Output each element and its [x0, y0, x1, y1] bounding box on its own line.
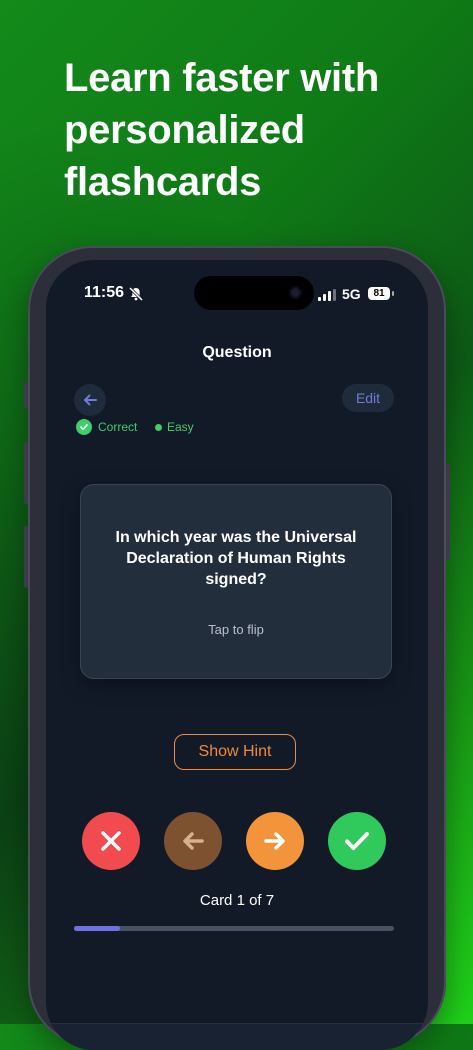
question-text: In which year was the Universal Declarat…	[115, 529, 357, 588]
close-icon	[101, 831, 121, 851]
arrow-left-icon	[183, 832, 204, 850]
difficulty-badge: Easy	[155, 419, 194, 435]
mute-switch	[24, 382, 28, 408]
volume-up-button	[24, 442, 28, 504]
network-label: 5G	[342, 286, 361, 302]
check-icon	[345, 832, 369, 850]
show-hint-button[interactable]: Show Hint	[174, 734, 296, 770]
mark-wrong-button[interactable]	[82, 812, 140, 870]
progress-bar	[74, 926, 394, 931]
volume-down-button	[24, 526, 28, 588]
mark-correct-button[interactable]	[328, 812, 386, 870]
signal-icon	[318, 289, 336, 301]
power-button	[446, 464, 450, 560]
bell-slash-icon	[128, 286, 144, 302]
flashcard[interactable]: In which year was the Universal Declarat…	[80, 484, 392, 679]
headline: Learn faster with personalized flashcard…	[64, 56, 379, 204]
arrow-left-icon	[84, 394, 97, 406]
difficulty-dot	[155, 423, 162, 431]
back-button[interactable]	[74, 384, 106, 416]
arrow-right-icon	[264, 832, 285, 850]
card-counter: Card 1 of 7	[199, 892, 275, 909]
previous-card-button[interactable]	[164, 812, 222, 870]
page-title: Question	[202, 344, 272, 361]
next-card-button[interactable]	[246, 812, 304, 870]
battery-icon: 81	[368, 287, 390, 300]
check-circle-icon	[76, 419, 92, 435]
phone-frame: 11:56 5G 81 Question Edit Correct Easy I…	[24, 246, 450, 1050]
status-time: 11:56	[84, 284, 125, 301]
camera-icon	[289, 286, 302, 299]
dynamic-island	[194, 276, 314, 310]
correct-label: Correct	[98, 420, 138, 434]
tab-bar	[46, 1023, 428, 1050]
edit-button[interactable]: Edit	[342, 384, 394, 412]
difficulty-label: Easy	[167, 420, 194, 434]
battery-tip	[392, 291, 394, 296]
flip-hint: Tap to flip	[208, 622, 264, 637]
correct-badge: Correct	[76, 419, 137, 435]
phone-screen: 11:56 5G 81 Question Edit Correct Easy I…	[46, 260, 428, 1050]
progress-fill	[74, 926, 120, 931]
